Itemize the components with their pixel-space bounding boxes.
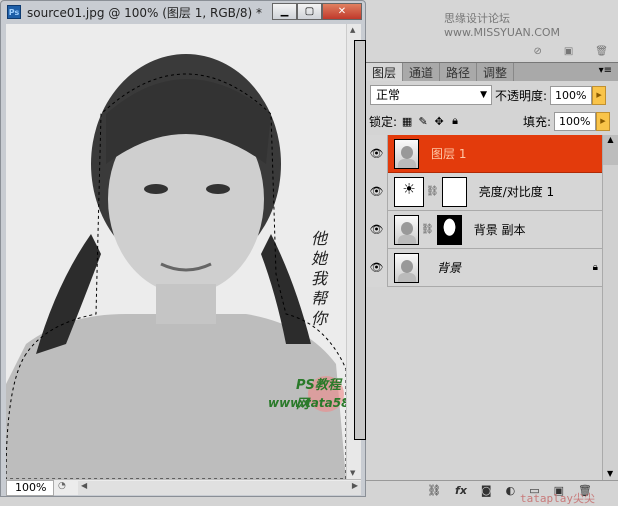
layers-list: 👁︎ 图层 1 👁︎ ☀︎ ⛓ 亮度/对比度 1 👁︎ ⛓ 背景 副本 👁︎ 背…	[366, 134, 618, 287]
eye-icon[interactable]: 👁︎	[366, 210, 388, 249]
tab-layers[interactable]: 图层	[366, 63, 404, 81]
eye-icon[interactable]: 👁︎	[366, 172, 388, 211]
horizontal-scrollbar[interactable]: ◀ ▶	[78, 480, 361, 495]
opacity-input[interactable]: 100%	[550, 85, 593, 105]
link-icon: ⛓	[421, 224, 434, 235]
layer-thumbnail	[394, 214, 419, 245]
minimize-button[interactable]: ▁	[272, 3, 297, 20]
fill-input[interactable]: 100%	[554, 111, 596, 131]
tab-channels[interactable]: 通道	[403, 63, 441, 81]
cancel-icon[interactable]: ⊘	[533, 46, 541, 57]
tab-adjustments[interactable]: 调整	[477, 63, 515, 81]
lock-position-icon[interactable]: ✥	[433, 115, 445, 128]
watermark-calligraphy: 他她 我帮 你	[311, 229, 341, 329]
photoshop-icon: Ps	[7, 5, 21, 19]
layer-row[interactable]: 👁︎ 图层 1	[366, 134, 618, 173]
document-window: Ps source01.jpg @ 100% (图层 1, RGB/8) * ▁…	[0, 0, 366, 497]
add-mask-icon[interactable]: ◙	[481, 484, 492, 497]
vertical-scrollbar[interactable]: ▲ ▼	[346, 24, 366, 479]
zoom-level-field[interactable]: 100%	[6, 479, 54, 496]
watermark-line: 我帮	[311, 269, 328, 308]
link-layers-icon[interactable]: ⛓	[427, 484, 441, 497]
opacity-slider-button[interactable]: ▶	[592, 85, 607, 105]
watermark-url: www.tata580.com	[268, 396, 346, 410]
watermark-line: 他她	[311, 229, 328, 268]
brightness-contrast-icon: ☀︎	[394, 176, 424, 207]
watermark-line: 你	[311, 309, 328, 328]
layers-panel-tabs: 图层 通道 路径 调整 ▾≡	[366, 62, 618, 81]
layer-name: 图层 1	[431, 147, 467, 161]
tab-paths[interactable]: 路径	[440, 63, 478, 81]
layer-name: 背景 副本	[473, 223, 526, 237]
layer-mask-thumbnail	[436, 214, 462, 245]
bottom-watermark: tataplay尖尖	[520, 492, 595, 505]
layer-thumbnail	[394, 252, 419, 283]
panel-menu-icon[interactable]: ▾≡	[599, 65, 612, 76]
maximize-button[interactable]: ▢	[297, 3, 322, 20]
layer-name: 背景	[437, 261, 462, 275]
blend-mode-select[interactable]: 正常 ▼	[370, 85, 492, 105]
layer-name: 亮度/对比度 1	[478, 185, 555, 199]
lock-label: 锁定:	[369, 114, 398, 129]
layer-row[interactable]: 👁︎ ☀︎ ⛓ 亮度/对比度 1	[366, 172, 618, 211]
document-title-bar[interactable]: Ps source01.jpg @ 100% (图层 1, RGB/8) * ▁…	[1, 1, 365, 23]
blend-mode-value: 正常	[376, 88, 401, 102]
eye-icon[interactable]: 👁︎	[366, 248, 388, 287]
close-button[interactable]: ✕	[322, 3, 362, 20]
photo-girl	[6, 24, 346, 479]
layer-row[interactable]: 👁︎ ⛓ 背景 副本	[366, 210, 618, 249]
lock-icon: 🔒︎	[592, 262, 598, 273]
adjustment-layer-icon[interactable]: ◐	[506, 484, 516, 497]
lock-all-icon[interactable]: 🔒︎	[449, 114, 461, 128]
image-canvas[interactable]: 他她 我帮 你 PS教程网 www.tata580.com	[6, 24, 346, 479]
status-info-icon[interactable]: ◔	[58, 481, 74, 495]
layer-thumbnail	[394, 138, 419, 169]
lock-paint-icon[interactable]: ✎	[417, 115, 429, 128]
fill-slider-button[interactable]: ▶	[596, 111, 610, 131]
panel-watermark: 思缘设计论坛 www.MISSYUAN.COM	[444, 12, 561, 39]
opacity-label: 不透明度:	[495, 88, 548, 103]
layer-row[interactable]: 👁︎ 背景 🔒︎	[366, 248, 618, 287]
trash-icon[interactable]: 🗑	[595, 46, 608, 57]
link-icon: ⛓	[426, 186, 439, 197]
fill-label: 填充:	[522, 114, 551, 129]
layer-mask-thumbnail	[441, 176, 467, 207]
history-panel: 思缘设计论坛 www.MISSYUAN.COM ⊘ ▣ 🗑	[366, 0, 618, 60]
fx-icon[interactable]: fx	[455, 484, 467, 497]
document-title: source01.jpg @ 100% (图层 1, RGB/8) *	[27, 5, 263, 20]
eye-icon[interactable]: 👁︎	[366, 134, 388, 173]
status-bar: 100% ◔ ◀ ▶	[6, 479, 361, 496]
lock-transparency-icon[interactable]: ▦	[401, 115, 413, 128]
layers-scrollbar[interactable]: ▲ ▼	[602, 135, 618, 480]
new-snapshot-icon[interactable]: ▣	[564, 46, 573, 57]
chevron-down-icon: ▼	[480, 90, 487, 100]
